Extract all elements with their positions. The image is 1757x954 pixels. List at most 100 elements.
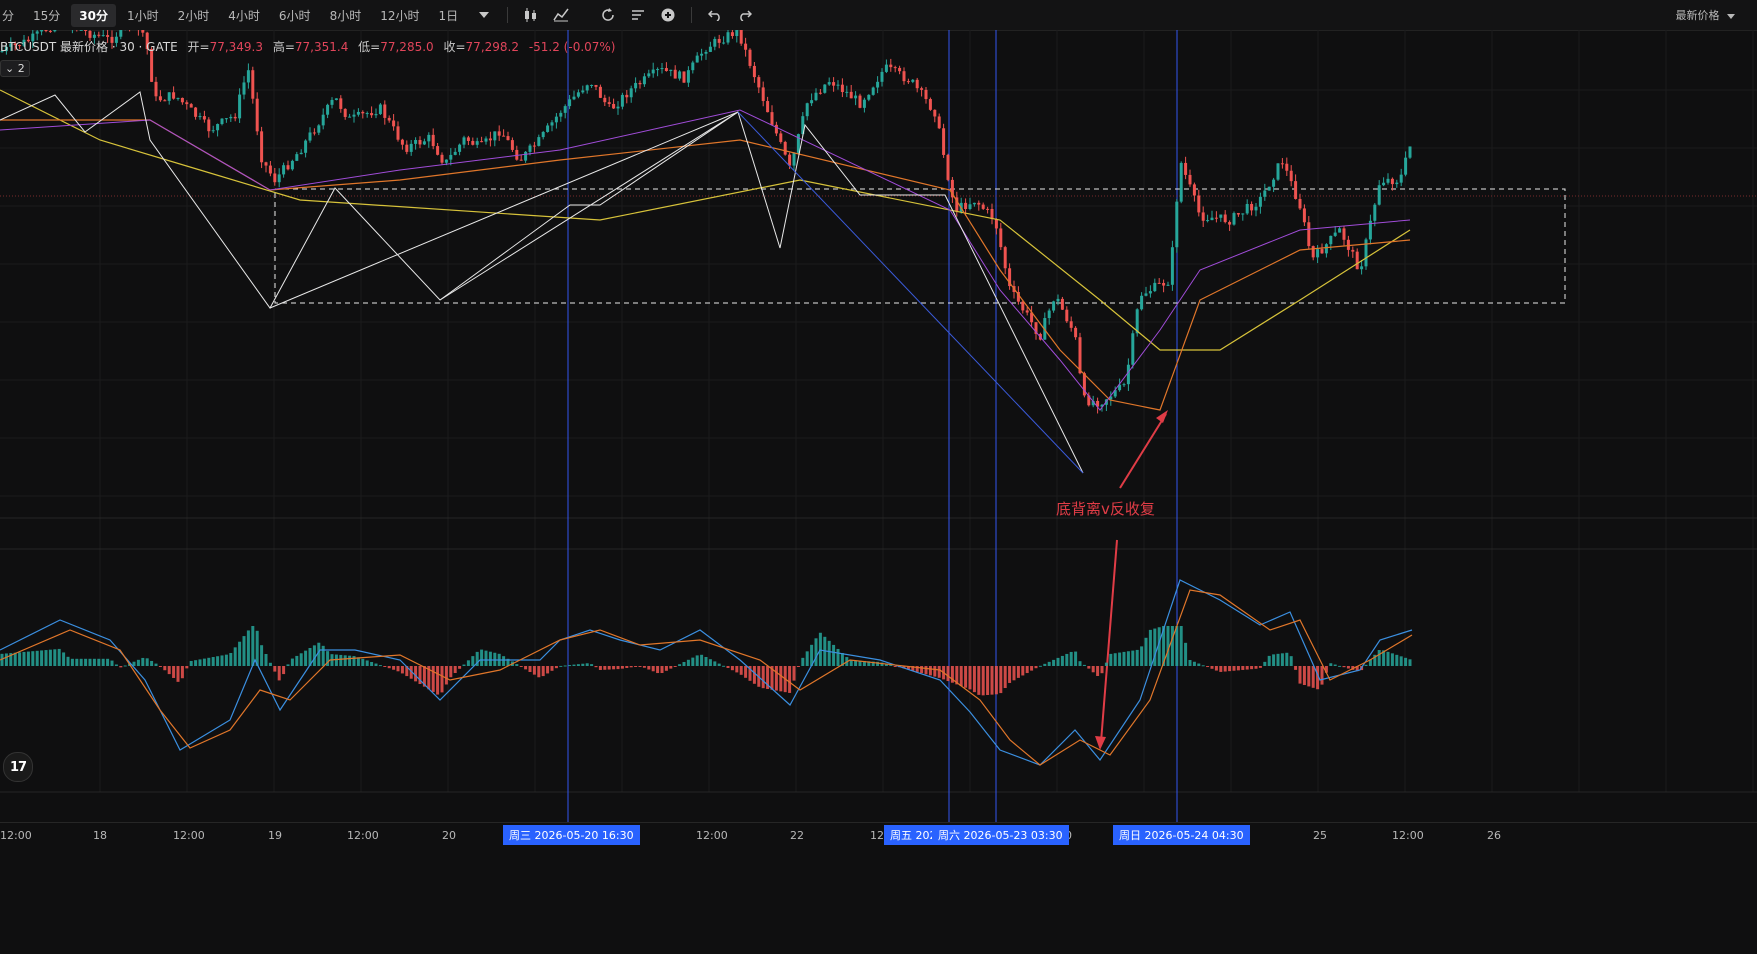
macd-histogram-bar [1065,653,1069,666]
candle [180,97,184,103]
macd-histogram-bar [97,658,101,666]
candle [946,154,950,180]
ma-mid-line [0,119,1411,411]
candle [1399,174,1403,183]
macd-histogram-bar [40,650,44,666]
macd-histogram-bar [343,655,347,666]
macd-histogram-bar [744,666,748,678]
tf-30m[interactable]: 30分 [71,3,116,27]
macd-histogram-bar [145,658,149,666]
chevron-down-icon[interactable] [476,7,492,23]
macd-histogram-bar [1148,629,1152,666]
candle [880,71,884,82]
candle [748,49,752,66]
tf-2h[interactable]: 2小时 [170,4,218,27]
time-tick: 12 [870,829,884,842]
time-axis[interactable]: 12:00 18 12:00 19 12:00 20 12:00 22 12 0… [0,822,1757,849]
chart-annotation[interactable]: 底背离v反收复 [1056,498,1155,519]
macd-histogram-bar [700,654,704,666]
candles-icon[interactable] [523,7,539,23]
candle [444,159,448,163]
macd-histogram-bar [1113,653,1117,666]
tf-1h[interactable]: 1小时 [119,4,167,27]
macd-histogram-bar [585,663,589,666]
candle [53,30,57,32]
candle [304,140,308,153]
tradingview-logo-icon[interactable]: 17 [3,752,33,782]
candle [691,62,695,71]
macd-histogram-bar [752,666,756,684]
symbol-label[interactable]: BTCUSDT 最新价格 · 30 · GATE [0,40,178,54]
indicators-icon[interactable] [553,7,569,23]
price-chart[interactable] [0,30,1757,822]
macd-histogram-bar [779,666,783,692]
macd-histogram-bar [1131,650,1135,666]
candle [559,112,563,117]
macd-histogram-bar [1390,653,1394,666]
trend-line [269,111,739,309]
candle [1395,182,1399,185]
macd-histogram-bar [1030,666,1034,671]
candle [106,35,110,37]
redo-icon[interactable] [737,7,753,23]
macd-histogram-bar [704,657,708,666]
macd-histogram-bar [1043,663,1047,666]
candle [370,113,374,116]
macd-histogram-bar [651,666,655,672]
chevron-down-icon: ⌄ [5,62,15,75]
candle [299,152,303,155]
macd-histogram-bar [572,664,576,666]
tf-4h[interactable]: 4小时 [220,4,268,27]
add-icon[interactable] [660,7,676,23]
macd-histogram-bar [44,650,48,666]
macd-histogram-bar [638,666,642,667]
indicator-collapse-button[interactable]: ⌄ 2 [0,60,30,77]
tf-15m[interactable]: 15分 [25,4,68,27]
macd-histogram-bar [224,654,228,666]
macd-histogram-bar [458,666,462,669]
tf-1d[interactable]: 1日 [430,4,466,27]
macd-histogram-bar [805,651,809,666]
candle [466,137,470,141]
candle [308,132,312,141]
candle [546,125,550,132]
macd-histogram-bar [1302,666,1306,686]
candle [1390,178,1394,185]
macd-histogram-bar [1245,666,1249,670]
time-tick: 18 [93,829,107,842]
macd-histogram-bar [348,655,352,666]
candle [1276,163,1280,180]
tf-1m[interactable]: 分 [0,4,22,27]
tf-8h[interactable]: 8小时 [322,4,370,27]
candle [774,124,778,134]
candle [1360,266,1364,270]
macd-histogram-bar [35,650,39,666]
candle [906,81,910,83]
toolbar-divider [584,7,585,23]
macd-histogram-bar [436,666,440,695]
toolbar-divider [691,7,693,23]
candle [942,128,946,155]
macd-histogram-bar [1276,653,1280,666]
candle [392,120,396,127]
macd-histogram-bar [453,666,457,674]
alert-icon[interactable] [630,7,646,23]
replay-icon[interactable] [600,7,616,23]
undo-icon[interactable] [707,7,723,23]
candle [1245,204,1249,214]
tf-6h[interactable]: 6小时 [271,4,319,27]
macd-histogram-bar [607,666,611,670]
macd-histogram-bar [392,666,396,670]
macd-line [0,579,1413,766]
macd-histogram-bar [1241,666,1245,670]
candle [383,104,387,118]
macd-histogram-bar [202,658,206,666]
macd-histogram-bar [1126,651,1130,666]
macd-histogram-bar [990,666,994,695]
macd-histogram-bar [761,666,765,689]
price-mode-select[interactable]: 最新价格 [1676,7,1735,23]
tf-12h[interactable]: 12小时 [372,4,427,27]
macd-histogram-bar [519,666,523,667]
candle [713,38,717,47]
macd-histogram-bar [642,666,646,668]
